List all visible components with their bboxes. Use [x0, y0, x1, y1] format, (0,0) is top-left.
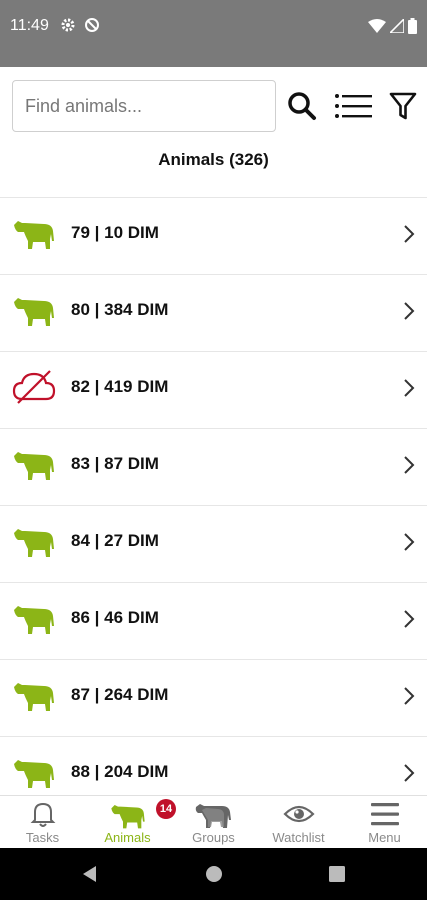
cow-icon — [12, 523, 56, 559]
animal-row[interactable]: 88 | 204 DIM — [0, 737, 427, 795]
nav-tasks[interactable]: Tasks — [0, 796, 85, 849]
do-not-disturb-icon — [85, 18, 99, 32]
nav-menu-label: Menu — [368, 830, 401, 845]
nav-tasks-label: Tasks — [25, 830, 60, 845]
filter-button[interactable] — [386, 89, 420, 123]
cow-icon — [12, 292, 56, 328]
nav-animals-label: Animals — [104, 830, 151, 845]
animal-row[interactable]: 80 | 384 DIM — [0, 275, 427, 352]
recents-square-icon[interactable] — [327, 864, 347, 884]
animal-row-label: 87 | 264 DIM — [71, 685, 169, 704]
filter-icon — [389, 92, 417, 120]
search-icon — [288, 92, 316, 120]
animal-list[interactable]: 79 | 10 DIM 80 | 384 DIM 82 | 419 DIM 83 | … — [0, 198, 427, 795]
animal-row[interactable]: 83 | 87 DIM — [0, 429, 427, 506]
search-toolbar — [0, 67, 427, 147]
nav-menu[interactable]: Menu — [342, 796, 427, 849]
herd-icon — [195, 804, 231, 828]
search-button[interactable] — [285, 89, 319, 123]
status-right-icons — [368, 18, 417, 34]
status-left-icons — [60, 17, 100, 33]
settings-gear-icon — [61, 18, 75, 32]
list-icon — [335, 94, 372, 118]
chevron-right-icon — [403, 378, 415, 398]
animal-row-label: 88 | 204 DIM — [71, 762, 169, 781]
status-bar: 11:49 — [0, 0, 427, 67]
nav-groups-label: Groups — [192, 830, 235, 845]
animal-row[interactable]: 82 | 419 DIM — [0, 352, 427, 429]
wifi-icon — [368, 19, 386, 33]
animal-row-label: 84 | 27 DIM — [71, 531, 159, 550]
back-triangle-icon[interactable] — [80, 864, 100, 884]
status-time: 11:49 — [10, 17, 49, 34]
bell-icon — [30, 802, 55, 827]
animal-row[interactable]: 86 | 46 DIM — [0, 583, 427, 660]
cow-icon — [12, 215, 56, 251]
cow-icon — [12, 754, 56, 790]
nav-watchlist-label: Watchlist — [272, 830, 325, 845]
animal-row[interactable]: 79 | 10 DIM — [0, 198, 427, 275]
chevron-right-icon — [403, 455, 415, 475]
nav-groups[interactable]: Groups — [171, 796, 256, 849]
system-navigation-bar — [0, 848, 427, 900]
animal-row-label: 82 | 419 DIM — [71, 377, 169, 396]
animal-row-label: 83 | 87 DIM — [71, 454, 159, 473]
animal-row-label: 79 | 10 DIM — [71, 223, 159, 242]
home-circle-icon[interactable] — [204, 864, 224, 884]
app-screen: 11:49 Find animals... Animals (326) 79 |… — [0, 0, 427, 900]
bottom-navigation: Tasks Animals 14 Groups Watchlist Menu — [0, 795, 427, 848]
cow-icon — [110, 805, 145, 829]
signal-icon — [390, 19, 404, 33]
animal-row[interactable]: 87 | 264 DIM — [0, 660, 427, 737]
nav-watchlist[interactable]: Watchlist — [256, 796, 341, 849]
chevron-right-icon — [403, 609, 415, 629]
cow-icon — [12, 677, 56, 713]
chevron-right-icon — [403, 763, 415, 783]
eye-icon — [282, 805, 315, 823]
battery-icon — [408, 18, 417, 34]
chevron-right-icon — [403, 224, 415, 244]
chevron-right-icon — [403, 532, 415, 552]
list-view-button[interactable] — [334, 89, 372, 123]
cloud-off-icon — [12, 369, 56, 405]
animal-row[interactable]: 84 | 27 DIM — [0, 506, 427, 583]
chevron-right-icon — [403, 686, 415, 706]
animal-row-label: 86 | 46 DIM — [71, 608, 159, 627]
animal-row-label: 80 | 384 DIM — [71, 300, 169, 319]
hamburger-menu-icon — [370, 803, 399, 826]
list-title: Animals (326) — [158, 150, 269, 169]
chevron-right-icon — [403, 301, 415, 321]
cow-icon — [12, 600, 56, 636]
cow-icon — [12, 446, 56, 482]
search-input[interactable] — [12, 80, 276, 132]
